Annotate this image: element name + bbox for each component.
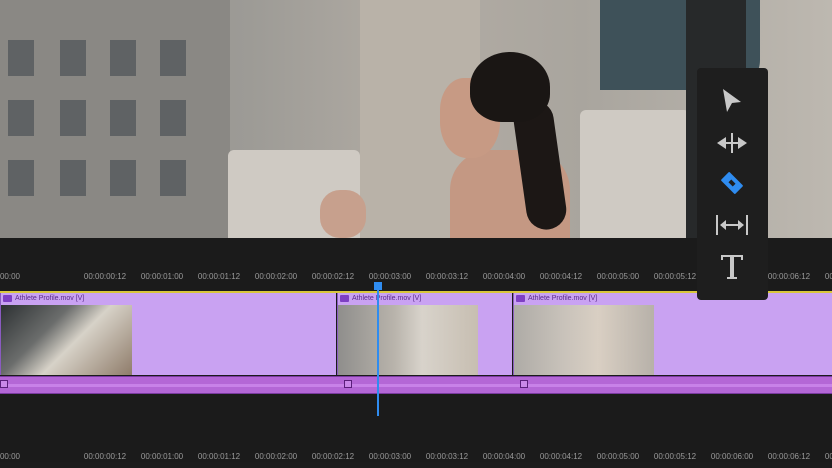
- ripple-edit-icon: [717, 133, 747, 153]
- clip-label: Athlete Profile.mov [V]: [528, 295, 598, 302]
- ruler-timecode: 00:00:04:00: [482, 452, 526, 461]
- ruler-timecode: 00:00:01:00: [140, 452, 184, 461]
- ruler-timecode: 00:00:06:00: [710, 452, 754, 461]
- razor-tool-button[interactable]: [711, 164, 753, 202]
- audio-waveform: [0, 384, 832, 387]
- ruler-timecode: 00:00:03:12: [425, 272, 469, 281]
- razor-blade-icon: [721, 172, 743, 194]
- fx-badge-icon: [340, 295, 349, 302]
- ruler-timecode: 00:00:07:00: [824, 452, 832, 461]
- ruler-timecode: 00:00:06:12: [767, 272, 811, 281]
- playhead-line[interactable]: [377, 288, 379, 416]
- fx-badge-icon: [3, 295, 12, 302]
- ruler-timecode: 00:00:04:00: [482, 272, 526, 281]
- ruler-timecode: 00:00:07:00: [824, 272, 832, 281]
- slip-icon: [716, 215, 748, 235]
- clip-thumbnail: [1, 305, 132, 375]
- ruler-timecode: 00:00:05:00: [596, 452, 640, 461]
- audio-keyframe[interactable]: [0, 380, 8, 388]
- ruler-timecode: 00:00:02:12: [311, 272, 355, 281]
- ruler-timecode: 00:00: [0, 272, 21, 281]
- timeline-clip-1[interactable]: Athlete Profile.mov [V]: [0, 293, 336, 375]
- timeline-ruler-bottom[interactable]: 00:00 00:00:00:12 00:00:01:00 00:00:01:12 00…: [0, 448, 832, 468]
- ruler-timecode: 00:00: [0, 452, 21, 461]
- ruler-timecode: 00:00:00:12: [83, 452, 127, 461]
- ruler-timecode: 00:00:01:00: [140, 272, 184, 281]
- ruler-timecode: 00:00:04:12: [539, 272, 583, 281]
- type-t-icon: [721, 255, 743, 279]
- ripple-edit-tool-button[interactable]: [711, 124, 753, 162]
- slip-tool-button[interactable]: [711, 206, 753, 244]
- ruler-timecode: 00:00:02:00: [254, 452, 298, 461]
- timeline-clip-2[interactable]: Athlete Profile.mov [V]: [337, 293, 512, 375]
- type-tool-button[interactable]: [711, 248, 753, 286]
- ruler-timecode: 00:00:05:12: [653, 452, 697, 461]
- clip-label: Athlete Profile.mov [V]: [15, 295, 85, 302]
- ruler-timecode: 00:00:03:00: [368, 272, 412, 281]
- fx-badge-icon: [516, 295, 525, 302]
- ruler-timecode: 00:00:05:00: [596, 272, 640, 281]
- ruler-timecode: 00:00:05:12: [653, 272, 697, 281]
- ruler-timecode: 00:00:04:12: [539, 452, 583, 461]
- clip-label: Athlete Profile.mov [V]: [352, 295, 422, 302]
- ruler-timecode: 00:00:02:12: [311, 452, 355, 461]
- clip-thumbnail: [338, 305, 478, 375]
- audio-track-a1[interactable]: [0, 376, 832, 394]
- background-building: [0, 0, 230, 238]
- runner-fist: [320, 190, 366, 238]
- ruler-timecode: 00:00:06:12: [767, 452, 811, 461]
- ruler-timecode: 00:00:03:00: [368, 452, 412, 461]
- ruler-timecode: 00:00:00:12: [83, 272, 127, 281]
- clip-thumbnail: [514, 305, 654, 375]
- audio-keyframe[interactable]: [520, 380, 528, 388]
- ruler-timecode: 00:00:02:00: [254, 272, 298, 281]
- ruler-timecode: 00:00:01:12: [197, 272, 241, 281]
- selection-tool-button[interactable]: [711, 82, 753, 120]
- ruler-timecode: 00:00:01:12: [197, 452, 241, 461]
- arrow-pointer-icon: [723, 89, 741, 112]
- audio-keyframe[interactable]: [344, 380, 352, 388]
- ruler-timecode: 00:00:03:12: [425, 452, 469, 461]
- timeline-clip-3[interactable]: Athlete Profile.mov [V]: [513, 293, 832, 375]
- tools-panel: [697, 68, 768, 300]
- video-track-v1: Athlete Profile.mov [V] Athlete Profile.…: [0, 293, 832, 375]
